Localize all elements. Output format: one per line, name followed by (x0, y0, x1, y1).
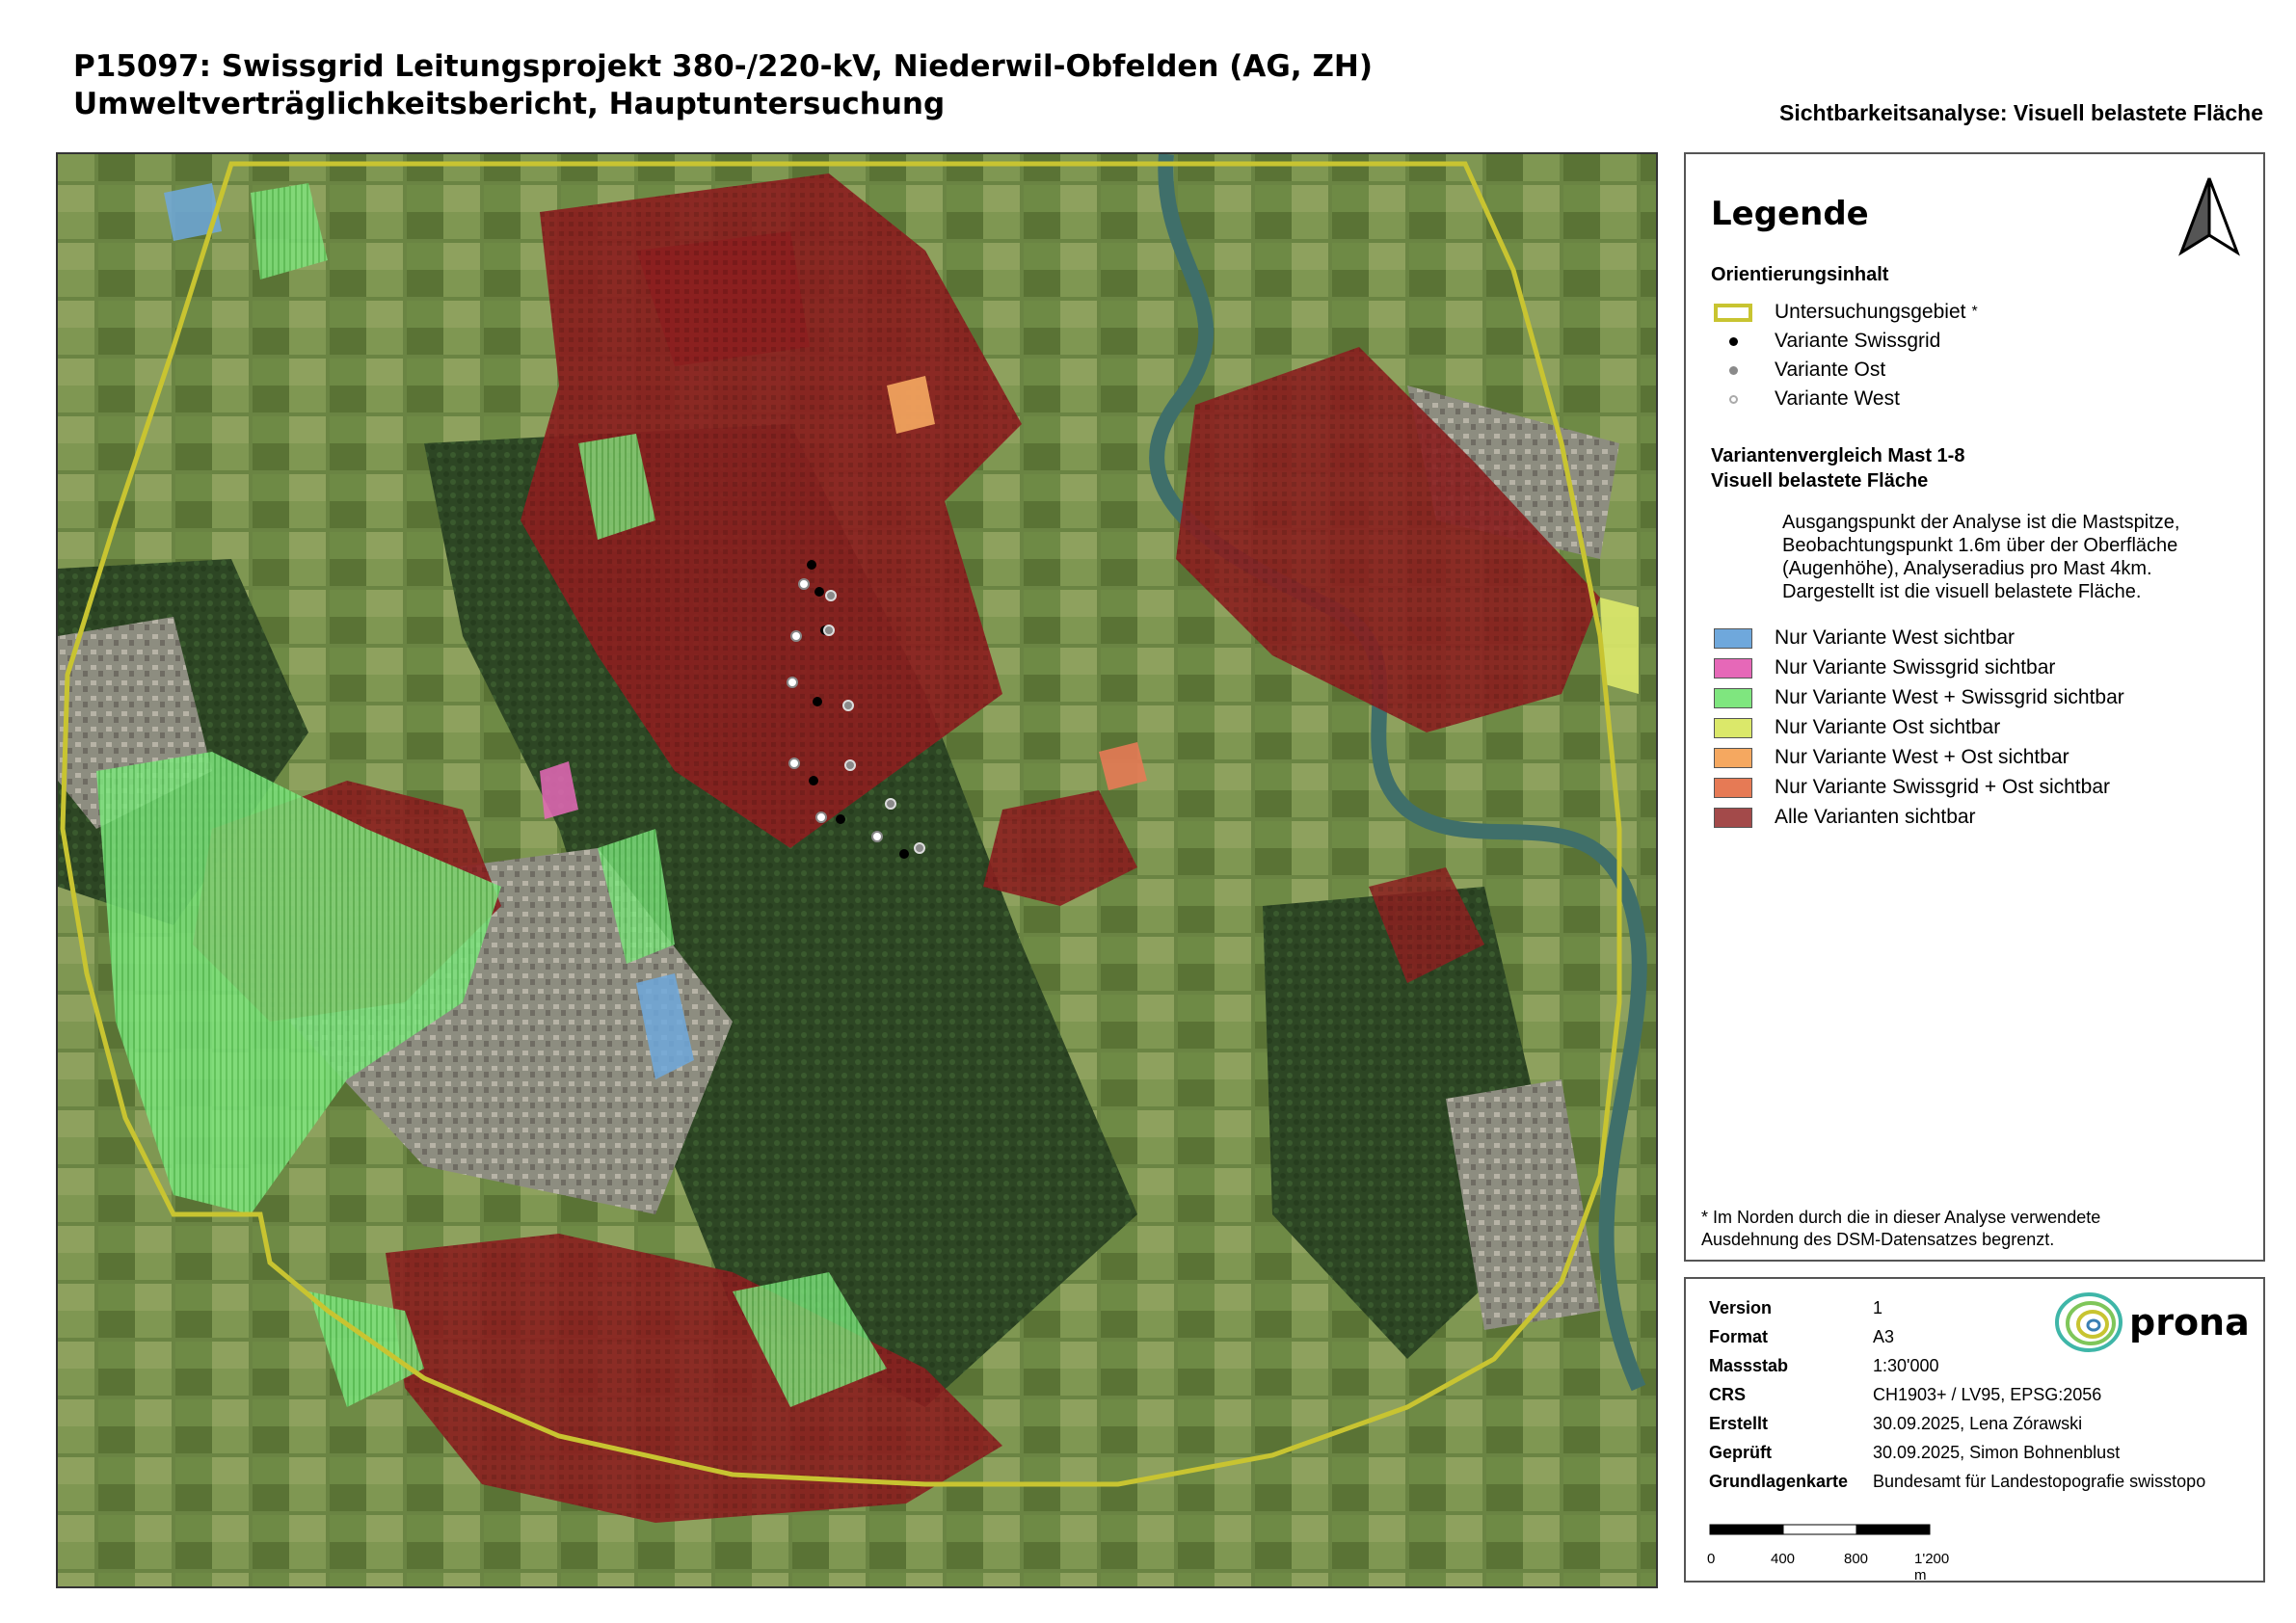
scale-label-800: 800 (1844, 1551, 1869, 1567)
footnote: * Im Norden durch die in dieser Analyse … (1701, 1207, 2100, 1251)
legend-label: Alle Varianten sichtbar (1775, 806, 1976, 828)
section-orientation: Orientierungsinhalt (1711, 264, 1889, 285)
legend-label: Untersuchungsgebiet (1775, 301, 1966, 323)
footnote-line-2: Ausdehnung des DSM-Datensatzes begrenzt. (1701, 1230, 2055, 1249)
meta-value: 1:30'000 (1873, 1356, 1939, 1375)
map-subtitle: Sichtbarkeitsanalyse: Visuell belastete … (1779, 100, 2263, 125)
legend-label: Nur Variante West sichtbar (1775, 626, 2015, 649)
meta-value: Bundesamt für Landestopografie swisstopo (1873, 1472, 2206, 1491)
scale-label-0: 0 (1707, 1551, 1716, 1567)
meta-row-format: Format A3 (1709, 1327, 1894, 1352)
outline-swatch (1714, 303, 1752, 322)
scale-label-1200: 1'200 m (1914, 1551, 1950, 1583)
title-line-1: P15097: Swissgrid Leitungsprojekt 380-/2… (73, 49, 1374, 84)
legend-panel: Legende Orientierungsinhalt Untersuchung… (1684, 152, 2265, 1262)
map-canvas (58, 154, 1656, 1586)
color-swatch (1714, 717, 1752, 738)
legend-item-variant-west: Variante West (1711, 386, 1900, 412)
legend-heading: Legende (1711, 195, 1869, 233)
meta-key: Massstab (1709, 1356, 1789, 1375)
legend-item-all-variants: Alle Varianten sichtbar (1711, 804, 1976, 831)
legend-label: Nur Variante West + Ost sichtbar (1775, 746, 2069, 768)
ring-symbol (1728, 394, 1738, 404)
dot-symbol (1728, 336, 1738, 346)
color-swatch (1714, 747, 1752, 768)
prona-logo-text: prona (2129, 1301, 2250, 1344)
prona-logo: prona (2054, 1290, 2250, 1354)
legend-item-swissgrid-ost: Nur Variante Swissgrid + Ost sichtbar (1711, 774, 2110, 801)
legend-label: Variante West (1775, 387, 1900, 410)
legend-label: Nur Variante West + Swissgrid sichtbar (1775, 686, 2124, 708)
map-title: P15097: Swissgrid Leitungsprojekt 380-/2… (73, 48, 1373, 123)
scale-label-400: 400 (1771, 1551, 1796, 1567)
color-swatch (1714, 687, 1752, 708)
meta-row-basemap: Grundlagenkarte Bundesamt für Landestopo… (1709, 1472, 2205, 1497)
section-visual-area: Visuell belastete Fläche (1711, 470, 1929, 492)
map-frame[interactable] (56, 152, 1658, 1588)
legend-label: Nur Variante Swissgrid sichtbar (1775, 656, 2056, 678)
legend-asterisk: * (1971, 304, 1978, 320)
meta-value: 30.09.2025, Lena Zórawski (1873, 1414, 2083, 1433)
color-swatch (1714, 777, 1752, 798)
meta-row-version: Version 1 (1709, 1298, 1882, 1323)
meta-key: Geprüft (1709, 1443, 1772, 1462)
meta-key: Format (1709, 1327, 1769, 1346)
legend-item-west-only: Nur Variante West sichtbar (1711, 625, 2015, 652)
analysis-description: Ausgangspunkt der Analyse ist die Mastsp… (1782, 512, 2180, 602)
meta-key: Grundlagenkarte (1709, 1472, 1849, 1491)
legend-item-study-area: Untersuchungsgebiet * (1711, 299, 1978, 326)
meta-row-checked: Geprüft 30.09.2025, Simon Bohnenblust (1709, 1443, 2120, 1468)
scale-bar: 0 400 800 1'200 m (1707, 1522, 1949, 1583)
legend-item-west-ost: Nur Variante West + Ost sichtbar (1711, 744, 2069, 771)
meta-value: 30.09.2025, Simon Bohnenblust (1873, 1443, 2121, 1462)
prona-logo-icon (2055, 1292, 2122, 1352)
meta-value: CH1903+ / LV95, EPSG:2056 (1873, 1385, 2102, 1404)
meta-row-created: Erstellt 30.09.2025, Lena Zórawski (1709, 1414, 2082, 1439)
footnote-line-1: * Im Norden durch die in dieser Analyse … (1701, 1208, 2101, 1227)
meta-value: A3 (1873, 1327, 1895, 1346)
legend-item-variant-swissgrid: Variante Swissgrid (1711, 328, 1940, 355)
color-swatch (1714, 627, 1752, 649)
section-variant-comparison: Variantenvergleich Mast 1-8 (1711, 445, 1965, 466)
dot-symbol (1728, 365, 1738, 375)
legend-item-west-swissgrid: Nur Variante West + Swissgrid sichtbar (1711, 684, 2124, 711)
title-line-2: Umweltverträglichkeitsbericht, Hauptunte… (73, 87, 946, 121)
legend-item-swissgrid-only: Nur Variante Swissgrid sichtbar (1711, 654, 2055, 681)
legend-item-variant-ost: Variante Ost (1711, 357, 1885, 384)
meta-row-crs: CRS CH1903+ / LV95, EPSG:2056 (1709, 1385, 2101, 1410)
meta-key: Version (1709, 1298, 1773, 1317)
meta-key: CRS (1709, 1385, 1747, 1404)
legend-label: Variante Ost (1775, 359, 1886, 381)
legend-label: Variante Swissgrid (1775, 330, 1941, 352)
legend-item-ost-only: Nur Variante Ost sichtbar (1711, 714, 2000, 741)
meta-value: 1 (1873, 1298, 1883, 1317)
color-swatch (1714, 807, 1752, 828)
north-arrow-icon (2176, 173, 2243, 264)
meta-row-scale: Massstab 1:30'000 (1709, 1356, 1939, 1381)
legend-label: Nur Variante Swissgrid + Ost sichtbar (1775, 776, 2110, 798)
legend-label: Nur Variante Ost sichtbar (1775, 716, 2001, 738)
meta-key: Erstellt (1709, 1414, 1769, 1433)
color-swatch (1714, 657, 1752, 678)
metadata-panel: Version 1 Format A3 Massstab 1:30'000 CR… (1684, 1277, 2265, 1583)
